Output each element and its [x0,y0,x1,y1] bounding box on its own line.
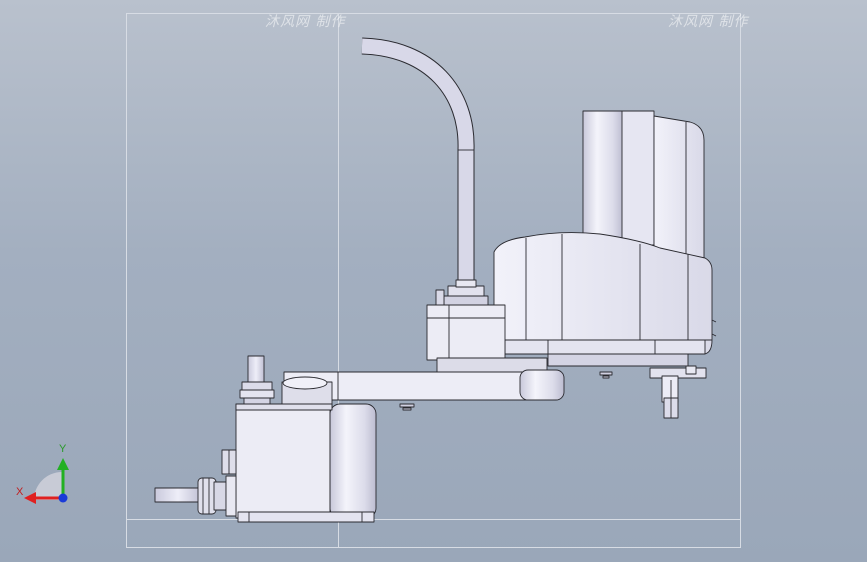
base-top-fittings[interactable] [239,355,275,405]
end-effector-shaft[interactable] [649,365,707,419]
axis-x-label: X [16,486,24,498]
watermark-right: 沐风网 制作 [668,14,749,30]
coordinate-triad-icon [24,458,69,504]
side-cable-connector[interactable] [154,449,237,517]
robot-base[interactable] [235,403,377,523]
axis-y-label: Y [59,443,67,455]
model-viewport[interactable]: 沐风网 制作 沐风网 制作 Y X [0,0,867,562]
scara-robot-model[interactable] [0,0,867,562]
cable-tube[interactable] [361,37,475,284]
watermark-left: 沐风网 制作 [265,14,346,30]
